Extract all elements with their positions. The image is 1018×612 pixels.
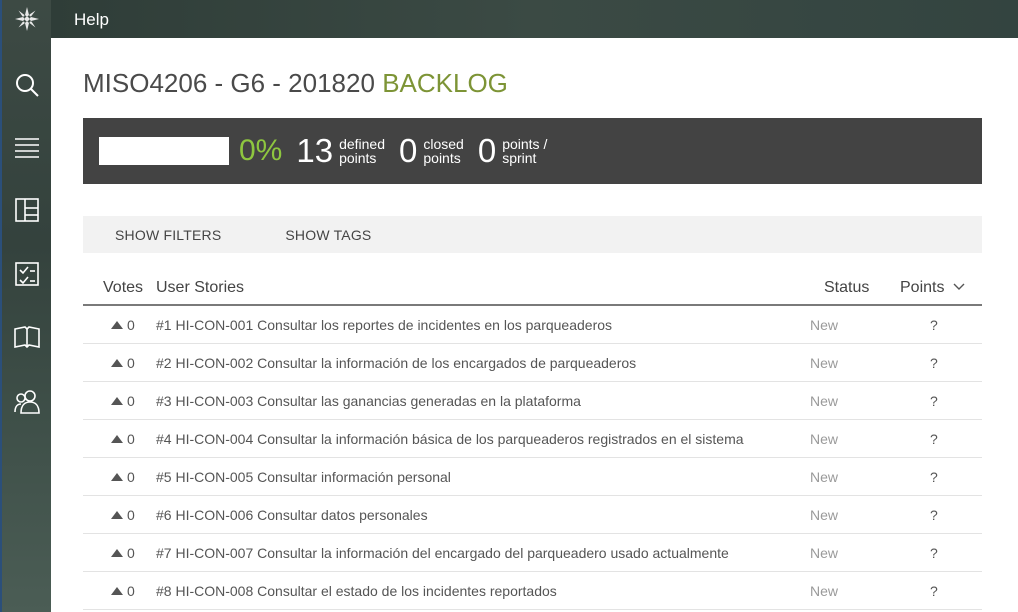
points-value[interactable]: ? — [930, 431, 938, 447]
chevron-down-icon — [953, 283, 965, 290]
vote-count: 0 — [127, 393, 135, 409]
story-link[interactable]: #6 HI-CON-006 Consultar datos personales — [156, 507, 428, 523]
table-header: Votes User Stories Status Points — [83, 270, 982, 306]
table-row[interactable]: 0 #2 HI-CON-002 Consultar la información … — [83, 344, 982, 382]
sprint-label-line2: sprint — [502, 150, 537, 166]
vote-button[interactable]: 0 — [111, 545, 135, 561]
vote-count: 0 — [127, 507, 135, 523]
kanban-icon[interactable] — [2, 190, 51, 230]
vote-count: 0 — [127, 355, 135, 371]
story-link[interactable]: #1 HI-CON-001 Consultar los reportes de … — [156, 317, 612, 333]
show-tags-button[interactable]: SHOW TAGS — [285, 227, 371, 243]
table-row[interactable]: 0 #4 HI-CON-004 Consultar la información … — [83, 420, 982, 458]
closed-points-value: 0 — [399, 132, 418, 169]
upvote-arrow-icon — [111, 359, 123, 367]
vote-count: 0 — [127, 431, 135, 447]
closed-label-line2: points — [423, 150, 461, 166]
vote-count: 0 — [127, 583, 135, 599]
team-icon[interactable] — [2, 381, 51, 421]
status-value[interactable]: New — [810, 431, 838, 447]
points-value[interactable]: ? — [930, 507, 938, 523]
vote-button[interactable]: 0 — [111, 317, 135, 333]
story-link[interactable]: #2 HI-CON-002 Consultar la información d… — [156, 355, 636, 371]
filter-bar: SHOW FILTERS SHOW TAGS — [83, 216, 982, 253]
story-link[interactable]: #3 HI-CON-003 Consultar las ganancias ge… — [156, 393, 581, 409]
upvote-arrow-icon — [111, 511, 123, 519]
closed-label-line1: closed — [423, 136, 464, 152]
vote-count: 0 — [127, 545, 135, 561]
defined-points-value: 13 — [296, 132, 334, 169]
upvote-arrow-icon — [111, 587, 123, 595]
vote-button[interactable]: 0 — [111, 469, 135, 485]
story-link[interactable]: #8 HI-CON-008 Consultar el estado de los… — [156, 583, 557, 599]
user-stories-table: Votes User Stories Status Points 0 #1 HI-… — [83, 270, 982, 610]
points-value[interactable]: ? — [930, 317, 938, 333]
taiga-logo-icon[interactable] — [2, 0, 51, 38]
stories-column-header: User Stories — [156, 279, 245, 296]
sidebar — [0, 0, 51, 612]
show-filters-button[interactable]: SHOW FILTERS — [115, 227, 221, 243]
points-value[interactable]: ? — [930, 583, 938, 599]
vote-count: 0 — [127, 469, 135, 485]
sprint-points-value: 0 — [477, 132, 497, 169]
section-name: BACKLOG — [382, 68, 508, 98]
help-link[interactable]: Help — [74, 10, 109, 30]
status-value[interactable]: New — [810, 507, 838, 523]
main-content: MISO4206 - G6 - 201820 BACKLOG 0% 13 def… — [51, 38, 1018, 612]
defined-points-label: defined points — [339, 137, 385, 165]
vote-button[interactable]: 0 — [111, 431, 135, 447]
progress-percent: 0% — [239, 134, 283, 167]
search-icon[interactable] — [2, 65, 51, 105]
status-value[interactable]: New — [810, 317, 838, 333]
story-link[interactable]: #5 HI-CON-005 Consultar información pers… — [156, 469, 451, 485]
vote-button[interactable]: 0 — [111, 393, 135, 409]
upvote-arrow-icon — [111, 397, 123, 405]
backlog-icon[interactable] — [2, 128, 51, 168]
defined-label-line1: defined — [339, 136, 386, 152]
status-value[interactable]: New — [810, 393, 838, 409]
points-header-label: Points — [900, 279, 945, 296]
page-title: MISO4206 - G6 - 201820 BACKLOG — [83, 68, 508, 99]
status-value[interactable]: New — [810, 583, 838, 599]
table-row[interactable]: 0 #5 HI-CON-005 Consultar información per… — [83, 458, 982, 496]
points-value[interactable]: ? — [930, 393, 938, 409]
status-value[interactable]: New — [810, 545, 838, 561]
points-column-header[interactable]: Points — [900, 279, 965, 297]
table-row[interactable]: 0 #3 HI-CON-003 Consultar las ganancias g… — [83, 382, 982, 420]
sprint-label-line1: points / — [502, 136, 548, 152]
project-name: MISO4206 - G6 - 201820 — [83, 68, 375, 98]
upvote-arrow-icon — [111, 321, 123, 329]
vote-button[interactable]: 0 — [111, 355, 135, 371]
wiki-icon[interactable] — [2, 317, 51, 357]
upvote-arrow-icon — [111, 549, 123, 557]
defined-label-line2: points — [339, 150, 377, 166]
sprint-points-label: points / sprint — [502, 137, 547, 165]
table-body: 0 #1 HI-CON-001 Consultar los reportes de… — [83, 306, 982, 610]
stats-summary: 0% 13 defined points 0 closed points 0 p… — [83, 118, 982, 184]
table-row[interactable]: 0 #6 HI-CON-006 Consultar datos personale… — [83, 496, 982, 534]
progress-bar — [99, 137, 229, 165]
top-bar: Help — [51, 0, 1018, 38]
points-value[interactable]: ? — [930, 355, 938, 371]
table-row[interactable]: 0 #7 HI-CON-007 Consultar la información … — [83, 534, 982, 572]
upvote-arrow-icon — [111, 435, 123, 443]
table-row[interactable]: 0 #8 HI-CON-008 Consultar el estado de lo… — [83, 572, 982, 610]
vote-button[interactable]: 0 — [111, 507, 135, 523]
table-row[interactable]: 0 #1 HI-CON-001 Consultar los reportes de… — [83, 306, 982, 344]
points-value[interactable]: ? — [930, 469, 938, 485]
status-column-header[interactable]: Status — [824, 279, 869, 297]
status-value[interactable]: New — [810, 469, 838, 485]
points-value[interactable]: ? — [930, 545, 938, 561]
story-link[interactable]: #7 HI-CON-007 Consultar la información d… — [156, 545, 729, 561]
votes-column-header: Votes — [103, 279, 144, 296]
story-link[interactable]: #4 HI-CON-004 Consultar la información b… — [156, 431, 744, 447]
vote-count: 0 — [127, 317, 135, 333]
upvote-arrow-icon — [111, 473, 123, 481]
closed-points-label: closed points — [423, 137, 463, 165]
vote-button[interactable]: 0 — [111, 583, 135, 599]
issues-icon[interactable] — [2, 254, 51, 294]
status-value[interactable]: New — [810, 355, 838, 371]
